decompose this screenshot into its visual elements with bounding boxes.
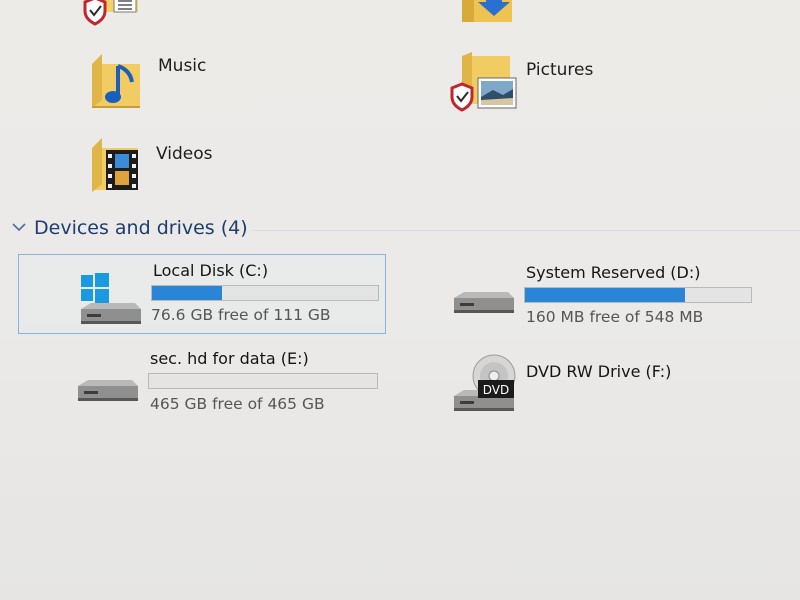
drive-name: sec. hd for data (E:) <box>150 349 309 368</box>
devices-and-drives-header[interactable]: Devices and drives (4) <box>6 216 800 244</box>
music-folder-icon <box>92 54 140 108</box>
dvd-drive-icon: DVD <box>454 354 516 411</box>
drive-sec-hd-e[interactable]: sec. hd for data (E:) 465 GB free of 465… <box>70 346 400 424</box>
drive-free-space: 76.6 GB free of 111 GB <box>151 306 331 324</box>
pictures-folder-icon <box>450 52 517 112</box>
folder-downloads-partial[interactable] <box>458 0 528 28</box>
hard-drive-icon <box>78 380 138 401</box>
drive-name: DVD RW Drive (F:) <box>526 362 672 381</box>
folder-label-music: Music <box>158 56 207 76</box>
drive-usage-fill <box>152 286 223 300</box>
drive-free-space: 465 GB free of 465 GB <box>150 395 325 413</box>
videos-folder-icon <box>92 138 138 192</box>
file-explorer-content: Music Pictures Videos Devices and drives… <box>0 0 800 600</box>
drive-local-disk-c[interactable]: Local Disk (C:) 76.6 GB free of 111 GB <box>18 254 386 334</box>
drive-usage-bar <box>151 285 379 301</box>
drive-usage-bar <box>148 373 378 389</box>
folder-videos[interactable]: Videos <box>88 134 248 196</box>
drive-usage-bar <box>524 287 752 303</box>
drive-system-reserved-d[interactable]: System Reserved (D:) 160 MB free of 548 … <box>446 258 776 336</box>
folder-music[interactable]: Music <box>88 50 248 112</box>
hard-drive-icon <box>454 292 514 313</box>
drive-name: Local Disk (C:) <box>153 261 269 280</box>
drive-free-space: 160 MB free of 548 MB <box>526 308 704 326</box>
folder-documents-partial[interactable] <box>82 0 152 28</box>
folder-pictures[interactable]: Pictures <box>448 52 648 118</box>
chevron-down-icon[interactable] <box>10 218 28 236</box>
folder-label-pictures: Pictures <box>526 60 594 80</box>
drive-name: System Reserved (D:) <box>526 263 701 282</box>
documents-folder-icon <box>83 0 138 26</box>
downloads-folder-icon <box>462 0 512 22</box>
section-divider <box>252 230 800 231</box>
folder-label-videos: Videos <box>156 144 213 164</box>
drive-usage-fill <box>525 288 686 302</box>
windows-drive-icon <box>81 273 141 324</box>
drive-dvd-rw-f[interactable]: DVD DVD RW Drive (F:) <box>446 350 776 420</box>
section-title: Devices and drives (4) <box>34 217 248 239</box>
dvd-badge: DVD <box>483 383 509 397</box>
